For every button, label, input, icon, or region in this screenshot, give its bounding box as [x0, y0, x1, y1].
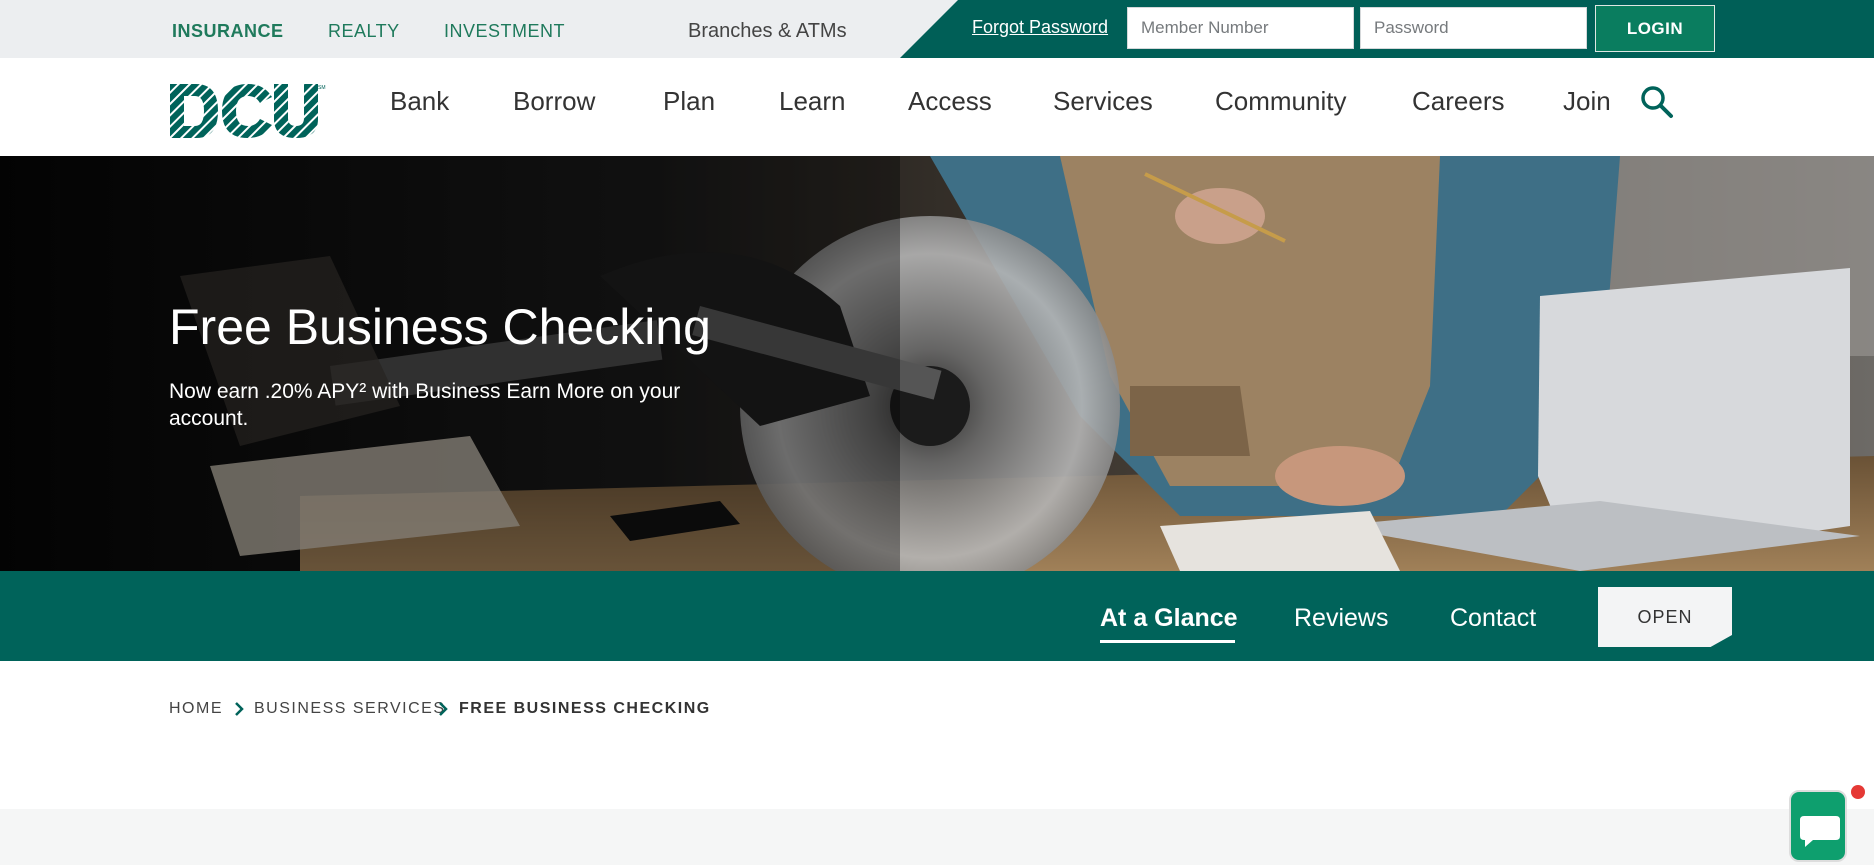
chevron-right-icon [235, 702, 244, 716]
hero-banner [0, 156, 1874, 571]
hero-title: Free Business Checking [169, 299, 711, 355]
breadcrumb-home[interactable]: HOME [169, 700, 223, 718]
insurance-link[interactable]: INSURANCE [172, 21, 284, 42]
notification-badge [1851, 785, 1865, 799]
tab-at-a-glance[interactable]: At a Glance [1100, 604, 1238, 633]
open-account-button[interactable]: OPEN [1598, 587, 1732, 647]
tab-reviews[interactable]: Reviews [1294, 604, 1388, 633]
svg-text:SM: SM [318, 85, 326, 91]
breadcrumb-business-services[interactable]: BUSINESS SERVICES [254, 700, 445, 718]
nav-bank[interactable]: Bank [390, 86, 449, 117]
section-subnav [0, 571, 1874, 661]
hero-subtitle: Now earn .20% APY² with Business Earn Mo… [169, 380, 681, 430]
nav-access[interactable]: Access [908, 86, 992, 117]
nav-services[interactable]: Services [1053, 86, 1153, 117]
page: INSURANCE REALTY INVESTMENT Branches & A… [0, 0, 1874, 865]
content-section [0, 809, 1874, 865]
nav-careers[interactable]: Careers [1412, 86, 1504, 117]
realty-link[interactable]: REALTY [328, 21, 400, 42]
nav-join[interactable]: Join [1563, 86, 1611, 117]
hero-image [0, 156, 1874, 571]
nav-plan[interactable]: Plan [663, 86, 715, 117]
search-icon[interactable] [1640, 85, 1674, 119]
investment-link[interactable]: INVESTMENT [444, 21, 565, 42]
login-button[interactable]: LOGIN [1595, 5, 1715, 52]
dcu-logo[interactable]: SM [168, 82, 326, 140]
chat-icon [1800, 816, 1840, 847]
nav-community[interactable]: Community [1215, 86, 1346, 117]
nav-learn[interactable]: Learn [779, 86, 846, 117]
tab-contact[interactable]: Contact [1450, 604, 1536, 633]
active-tab-underline [1100, 640, 1235, 643]
forgot-password-link[interactable]: Forgot Password [972, 17, 1108, 38]
member-number-input[interactable] [1127, 7, 1354, 49]
chevron-right-icon [439, 702, 448, 716]
password-input[interactable] [1360, 7, 1587, 49]
nav-borrow[interactable]: Borrow [513, 86, 595, 117]
breadcrumb-current: FREE BUSINESS CHECKING [459, 700, 711, 717]
branches-atms-link[interactable]: Branches & ATMs [688, 20, 847, 43]
chat-launcher[interactable] [1789, 790, 1847, 862]
